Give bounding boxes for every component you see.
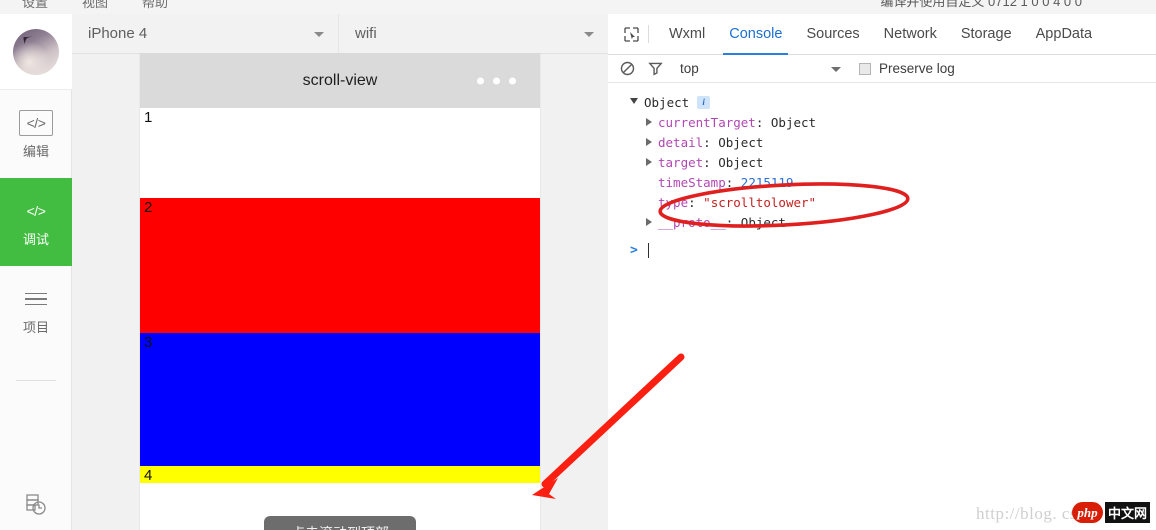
tab-wxml[interactable]: Wxml bbox=[657, 14, 717, 55]
code-brackets-icon: </> bbox=[19, 198, 53, 224]
chevron-right-icon[interactable] bbox=[646, 158, 652, 166]
sidebar-item-debug[interactable]: </> 调试 bbox=[0, 178, 72, 266]
app-root: 设置 视图 帮助 编译并使用自定义 0712 1 0 0 4 0 0 </> 编… bbox=[0, 0, 1156, 530]
console-prop-key: __proto__ bbox=[658, 215, 726, 230]
device-select-value: iPhone 4 bbox=[88, 25, 147, 42]
preserve-log-label: Preserve log bbox=[879, 61, 955, 76]
menubar-items: 设置 视图 帮助 bbox=[22, 0, 168, 11]
console-prop-value: "scrolltolower" bbox=[703, 195, 816, 210]
scroll-view[interactable]: 1 2 3 4 点击滚动到顶部 bbox=[140, 108, 540, 530]
filter-funnel-icon[interactable] bbox=[646, 60, 664, 78]
code-brackets-icon: </> bbox=[19, 110, 53, 136]
window-title: 编译并使用自定义 0712 1 0 0 4 0 0 bbox=[880, 0, 1082, 10]
preserve-log-checkbox[interactable]: Preserve log bbox=[859, 61, 955, 76]
console-prop-key: target bbox=[658, 155, 703, 170]
chevron-right-icon[interactable] bbox=[646, 118, 652, 126]
sidebar-divider bbox=[16, 380, 56, 381]
window-menubar: 设置 视图 帮助 编译并使用自定义 0712 1 0 0 4 0 0 bbox=[0, 0, 1156, 14]
tab-sources[interactable]: Sources bbox=[794, 14, 871, 55]
console-input-row[interactable]: > bbox=[608, 238, 1156, 262]
console-prop-value: 2215119 bbox=[741, 175, 794, 190]
console-prop-key: currentTarget bbox=[658, 115, 756, 130]
tab-console[interactable]: Console bbox=[717, 14, 794, 55]
sidebar-item-project[interactable]: 项目 bbox=[0, 266, 72, 354]
database-refresh-icon[interactable] bbox=[23, 491, 49, 522]
console-prop-value: Object bbox=[718, 135, 763, 150]
sidebar-item-edit-label: 编辑 bbox=[23, 145, 49, 158]
text-cursor bbox=[648, 243, 649, 258]
console-context-value: top bbox=[680, 61, 699, 76]
prompt-chevron-icon: > bbox=[630, 243, 638, 258]
scroll-to-top-button[interactable]: 点击滚动到顶部 bbox=[264, 516, 416, 530]
console-prop-key: type bbox=[658, 195, 688, 210]
simulator-toolbar: iPhone 4 wifi bbox=[72, 14, 608, 54]
console-log-root[interactable]: Object i bbox=[608, 92, 1156, 112]
console-prop-key: detail bbox=[658, 135, 703, 150]
php-logo: php bbox=[1072, 502, 1103, 523]
console-prop-proto[interactable]: __proto__ : Object bbox=[608, 212, 1156, 232]
device-select[interactable]: iPhone 4 bbox=[72, 14, 338, 53]
tab-appdata[interactable]: AppData bbox=[1024, 14, 1104, 55]
phone-screen: scroll-view 1 2 3 4 点击滚动到顶部 bbox=[140, 54, 540, 530]
chevron-down-icon bbox=[314, 32, 324, 37]
console-prop-value: Object bbox=[771, 115, 816, 130]
info-icon[interactable]: i bbox=[697, 96, 710, 109]
console-log-root-label: Object bbox=[644, 95, 689, 110]
console-context-select[interactable]: top bbox=[674, 59, 849, 79]
tab-network[interactable]: Network bbox=[872, 14, 949, 55]
console-prop-type: type : "scrolltolower" bbox=[608, 192, 1156, 212]
avatar-button[interactable] bbox=[0, 14, 72, 90]
sidebar-item-debug-label: 调试 bbox=[23, 233, 49, 246]
checkbox-box bbox=[859, 63, 871, 75]
menubar-item-0[interactable]: 设置 bbox=[22, 0, 48, 11]
console-prop-key: timeStamp bbox=[658, 175, 726, 190]
console-output[interactable]: Object i currentTarget : Object detail :… bbox=[608, 83, 1156, 530]
sidebar-rail: </> 编辑 </> 调试 项目 bbox=[0, 14, 72, 530]
devtools-tabbar: Wxml Console Sources Network Storage App… bbox=[608, 14, 1156, 55]
tab-storage[interactable]: Storage bbox=[949, 14, 1024, 55]
network-select-value: wifi bbox=[355, 25, 377, 42]
phone-header: scroll-view bbox=[140, 54, 540, 108]
console-prop-detail[interactable]: detail : Object bbox=[608, 132, 1156, 152]
clear-console-icon[interactable] bbox=[618, 60, 636, 78]
console-toolbar: top Preserve log bbox=[608, 55, 1156, 83]
chevron-down-icon bbox=[831, 67, 841, 72]
chinese-logo: 中文网 bbox=[1105, 502, 1150, 523]
network-select[interactable]: wifi bbox=[338, 14, 608, 53]
chevron-down-icon bbox=[584, 32, 594, 37]
chevron-right-icon[interactable] bbox=[646, 218, 652, 226]
menubar-item-2[interactable]: 帮助 bbox=[142, 0, 168, 11]
sidebar-item-edit[interactable]: </> 编辑 bbox=[0, 90, 72, 178]
chevron-down-icon[interactable] bbox=[630, 98, 638, 108]
page-title: scroll-view bbox=[303, 72, 378, 90]
scroll-item-4: 4 bbox=[140, 466, 540, 483]
console-prop-value: Object bbox=[718, 155, 763, 170]
three-dots-icon[interactable] bbox=[477, 78, 516, 85]
toolbar-divider bbox=[648, 25, 649, 43]
sidebar-bottom bbox=[0, 491, 72, 522]
scroll-item-2: 2 bbox=[140, 198, 540, 333]
devtools-pane: Wxml Console Sources Network Storage App… bbox=[608, 14, 1156, 530]
simulator-pane: iPhone 4 wifi scroll-view 1 2 3 4 bbox=[72, 14, 608, 530]
scroll-item-1: 1 bbox=[140, 108, 540, 198]
console-prop-value: Object bbox=[741, 215, 786, 230]
console-prop-timestamp: timeStamp : 2215119 bbox=[608, 172, 1156, 192]
avatar bbox=[13, 29, 59, 75]
menubar-item-1[interactable]: 视图 bbox=[82, 0, 108, 11]
scroll-item-3: 3 bbox=[140, 333, 540, 466]
console-prop-target[interactable]: target : Object bbox=[608, 152, 1156, 172]
watermark-logo: php 中文网 bbox=[1072, 502, 1150, 523]
inspect-cursor-icon[interactable] bbox=[616, 20, 646, 48]
hamburger-icon bbox=[19, 286, 53, 312]
simulator-stage: scroll-view 1 2 3 4 点击滚动到顶部 bbox=[72, 54, 608, 530]
chevron-right-icon[interactable] bbox=[646, 138, 652, 146]
console-prop-currenttarget[interactable]: currentTarget : Object bbox=[608, 112, 1156, 132]
sidebar-item-project-label: 项目 bbox=[23, 321, 49, 334]
